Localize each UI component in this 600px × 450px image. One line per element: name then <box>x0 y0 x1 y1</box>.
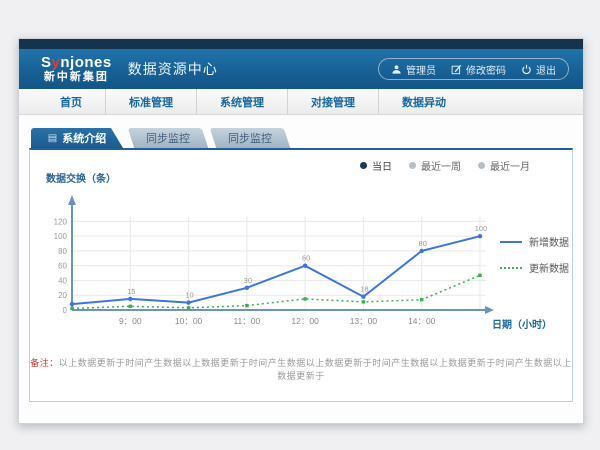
x-tick-label: 12：00 <box>291 316 319 326</box>
data-point <box>187 306 190 309</box>
data-point <box>245 304 248 307</box>
legend-line-sample <box>500 241 522 243</box>
data-point <box>420 298 423 301</box>
brand-letter: S <box>41 54 52 71</box>
data-point <box>303 263 307 267</box>
data-point-label: 18 <box>360 285 368 294</box>
y-axis-arrow-icon <box>68 195 76 205</box>
y-tick-label: 80 <box>58 247 67 256</box>
range-option-label: 最近一周 <box>421 158 461 173</box>
range-option-1[interactable]: 最近一周 <box>409 158 461 173</box>
nav-item-2[interactable]: 系统管理 <box>197 89 288 114</box>
document-grid-icon: ▤ <box>48 133 57 144</box>
x-axis-arrow-icon <box>485 306 494 314</box>
edit-icon <box>451 64 462 75</box>
radio-dot-icon <box>409 162 416 169</box>
legend-label: 更新数据 <box>529 260 569 275</box>
y-tick-label: 0 <box>63 306 68 315</box>
tab-0[interactable]: ▤ 系统介绍 <box>31 128 123 148</box>
data-point <box>361 295 365 299</box>
page-title: 数据资源中心 <box>128 59 218 79</box>
tab-bar: ▤ 系统介绍 同步监控 同步监控 <box>29 128 573 148</box>
user-action-admin[interactable]: 管理员 <box>391 62 436 77</box>
user-action-label: 退出 <box>536 62 556 77</box>
brand-name: Synjones <box>41 55 112 70</box>
range-option-0[interactable]: 当日 <box>360 158 392 173</box>
user-action-change-password[interactable]: 修改密码 <box>451 62 506 77</box>
range-selector: 当日 最近一周 最近一月 <box>360 158 530 173</box>
y-tick-label: 120 <box>54 217 68 226</box>
x-tick-label: 13：00 <box>350 316 378 326</box>
brand-logo: Synjones 新中新集团 <box>41 55 112 83</box>
chart-legend: 新增数据更新数据 <box>500 234 569 275</box>
data-point <box>362 300 365 303</box>
tab-1[interactable]: 同步监控 <box>128 128 208 148</box>
data-point-label: 10 <box>185 291 193 300</box>
data-point-label: 60 <box>302 254 310 263</box>
app-header: Synjones 新中新集团 数据资源中心 管理员 修改密码 退出 <box>19 49 583 89</box>
data-point <box>128 297 132 301</box>
data-point <box>303 297 306 300</box>
nav-item-1[interactable]: 标准管理 <box>106 89 197 114</box>
power-icon <box>521 64 532 75</box>
user-actions-group: 管理员 修改密码 退出 <box>378 58 569 80</box>
footnote-prefix: 备注： <box>30 358 59 368</box>
data-point <box>478 234 482 238</box>
x-tick-label: 10：00 <box>175 316 203 326</box>
tab-label: 同步监控 <box>228 130 272 146</box>
data-point-label: 30 <box>244 276 252 285</box>
y-tick-label: 100 <box>54 232 68 241</box>
user-action-label: 修改密码 <box>466 62 506 77</box>
user-action-label: 管理员 <box>406 62 436 77</box>
window-top-strip <box>19 39 583 49</box>
legend-line-sample <box>500 267 522 269</box>
y-tick-label: 20 <box>58 291 67 300</box>
radio-dot-icon <box>360 162 367 169</box>
nav-item-4[interactable]: 数据异动 <box>379 89 469 114</box>
x-tick-label: 9：00 <box>119 316 142 326</box>
brand-letters: njones <box>60 54 111 71</box>
data-point <box>129 305 132 308</box>
data-point-label: 80 <box>419 239 427 248</box>
data-point <box>420 249 424 253</box>
tab-2[interactable]: 同步监控 <box>210 128 290 148</box>
content-area: ▤系统介绍同步监控同步监控 当日最近一周最近一月 数据交换（条） 0204060… <box>19 128 583 402</box>
main-nav: 首页标准管理系统管理对接管理数据异动 <box>19 89 583 115</box>
data-point <box>70 302 74 306</box>
range-option-label: 当日 <box>372 158 392 173</box>
nav-item-0[interactable]: 首页 <box>37 89 106 114</box>
range-option-label: 最近一月 <box>490 158 530 173</box>
data-point-label: 100 <box>475 224 488 233</box>
legend-item-0[interactable]: 新增数据 <box>500 234 569 249</box>
y-tick-label: 40 <box>58 276 67 285</box>
app-window: Synjones 新中新集团 数据资源中心 管理员 修改密码 退出 首页标准管理系统… <box>18 38 584 424</box>
nav-item-3[interactable]: 对接管理 <box>288 89 379 114</box>
content-panel: 当日最近一周最近一月 数据交换（条） 0204060801001209：0010… <box>29 148 573 402</box>
tab-label: 同步监控 <box>146 130 190 146</box>
x-tick-label: 11：00 <box>233 316 260 326</box>
brand-subtitle: 新中新集团 <box>41 72 112 83</box>
x-axis-title: 日期（小时） <box>492 316 552 331</box>
legend-item-1[interactable]: 更新数据 <box>500 260 569 275</box>
data-point <box>478 274 481 277</box>
legend-label: 新增数据 <box>529 234 569 249</box>
range-option-2[interactable]: 最近一月 <box>478 158 530 173</box>
chart-canvas: 0 20 40 60 80 100 120 9：00 10：00 11：00 12：00 13：00 1… <box>42 176 498 336</box>
user-icon <box>391 64 402 75</box>
data-point <box>186 300 190 304</box>
data-point-label: 15 <box>127 287 135 296</box>
y-tick-label: 60 <box>58 262 67 271</box>
tab-label: 系统介绍 <box>62 130 106 146</box>
user-action-logout[interactable]: 退出 <box>521 62 556 77</box>
footnote: 备注：以上数据更新于时间产生数据以上数据更新于时间产生数据以上数据更新于时间产生… <box>30 356 572 382</box>
footnote-text: 以上数据更新于时间产生数据以上数据更新于时间产生数据以上数据更新于时间产生数据以… <box>59 358 572 381</box>
x-tick-label: 14：00 <box>408 316 436 326</box>
radio-dot-icon <box>478 162 485 169</box>
line-chart: 0 20 40 60 80 100 120 9：00 10：00 11：00 12：00 13：00 1… <box>42 176 498 341</box>
data-point <box>70 307 73 310</box>
data-point <box>245 286 249 290</box>
